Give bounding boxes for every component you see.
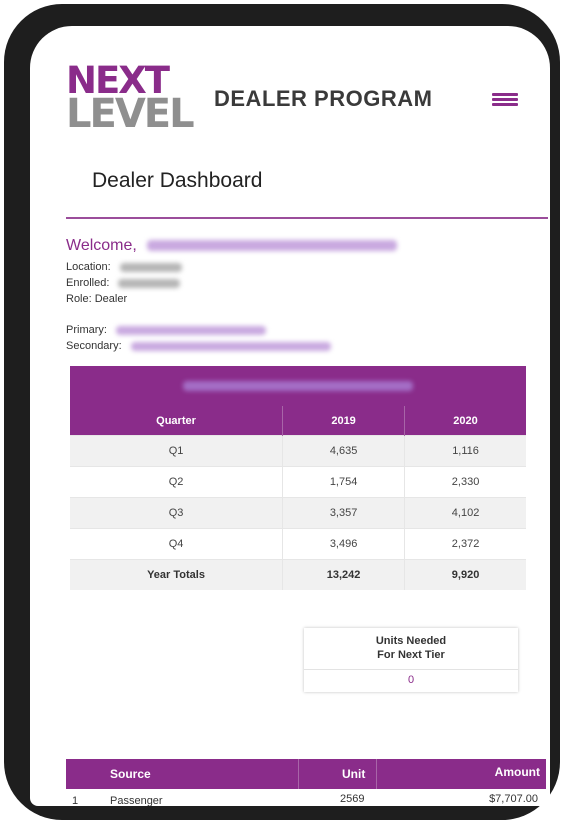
totals-label-cell: Year Totals: [70, 559, 283, 590]
units-needed-divider: [304, 669, 518, 670]
value-2019-cell: 3,357: [282, 497, 405, 529]
units-needed-title-line1: Units Needed: [375, 635, 447, 647]
welcome-heading: Welcome,: [66, 237, 398, 255]
quarter-cell: Q1: [70, 435, 283, 467]
header-separator: [298, 759, 299, 789]
quarterly-table-title: [70, 366, 526, 406]
program-title: DEALER PROGRAM: [214, 86, 433, 111]
primary-row: Primary:: [66, 324, 267, 336]
table-row: Q1 4,635 1,116: [70, 435, 526, 467]
table-row: 1 Passenger 2569 $7,707.00: [66, 789, 546, 806]
quarter-cell: Q2: [70, 466, 283, 498]
redacted-primary-contact: [116, 325, 267, 335]
redacted-enrolled-date: [118, 278, 181, 288]
phone-frame: NEXT LEVEL DEALER PROGRAM Dealer Dashboa…: [4, 4, 560, 820]
redacted-secondary-contact: [130, 341, 331, 351]
units-needed-value: 0: [407, 674, 415, 686]
enrolled-row: Enrolled:: [66, 277, 181, 289]
header-separator: [376, 759, 377, 789]
col-header-quarter: Quarter: [70, 406, 283, 436]
value-2019-cell: 1,754: [282, 466, 405, 498]
table-row: Q3 3,357 4,102: [70, 497, 526, 529]
hamburger-icon[interactable]: [492, 93, 518, 107]
phone-screen: NEXT LEVEL DEALER PROGRAM Dealer Dashboa…: [30, 26, 550, 806]
col-header-source: Source: [110, 767, 151, 781]
table-row: Q2 1,754 2,330: [70, 466, 526, 498]
row-number-cell: 1: [72, 795, 79, 806]
value-2020-cell: 2,330: [404, 466, 526, 498]
col-header-amount: Amount: [494, 765, 540, 779]
location-label: Location:: [66, 261, 111, 273]
source-cell: Passenger: [110, 795, 163, 806]
value-2020-cell: 1,116: [404, 435, 526, 467]
redacted-dealer-name: [147, 240, 398, 252]
amount-cell: $7,707.00: [489, 793, 538, 805]
quarter-cell: Q4: [70, 528, 283, 560]
total-2019-cell: 13,242: [282, 559, 405, 590]
quarter-cell: Q3: [70, 497, 283, 529]
units-needed-card: Units Needed For Next Tier 0: [304, 628, 518, 692]
welcome-label: Welcome,: [66, 237, 137, 254]
value-2020-cell: 4,102: [404, 497, 526, 529]
page-title: Dealer Dashboard: [92, 169, 263, 192]
location-row: Location:: [66, 261, 182, 273]
value-2020-cell: 2,372: [404, 528, 526, 560]
next-level-logo: NEXT LEVEL: [66, 62, 206, 134]
primary-label: Primary:: [66, 324, 107, 336]
source-table-header: Source Unit Amount: [66, 759, 546, 789]
secondary-label: Secondary:: [66, 340, 122, 352]
secondary-row: Secondary:: [66, 340, 331, 352]
col-header-2019: 2019: [282, 406, 405, 436]
units-needed-title: Units Needed For Next Tier: [304, 634, 518, 662]
value-2019-cell: 3,496: [282, 528, 405, 560]
col-header-unit: Unit: [342, 767, 366, 781]
source-table: Source Unit Amount 1 Passenger 2569 $7,7…: [66, 759, 546, 806]
redacted-location: [119, 262, 182, 272]
units-needed-title-line2: For Next Tier: [377, 649, 445, 661]
enrolled-label: Enrolled:: [66, 277, 110, 289]
redacted-table-title: [183, 381, 413, 391]
logo-text-level: LEVEL: [66, 91, 195, 137]
header-divider: [66, 217, 548, 219]
year-totals-row: Year Totals 13,242 9,920: [70, 559, 526, 590]
quarterly-units-table: Quarter 2019 2020 Q1 4,635 1,116 Q2 1,75…: [70, 366, 526, 590]
total-2020-cell: 9,920: [404, 559, 526, 590]
value-2019-cell: 4,635: [282, 435, 405, 467]
role-row: Role: Dealer: [66, 293, 128, 305]
table-row: Q4 3,496 2,372: [70, 528, 526, 560]
unit-cell: 2569: [340, 793, 365, 805]
col-header-2020: 2020: [404, 406, 526, 436]
quarterly-table-header: Quarter 2019 2020: [70, 406, 526, 436]
